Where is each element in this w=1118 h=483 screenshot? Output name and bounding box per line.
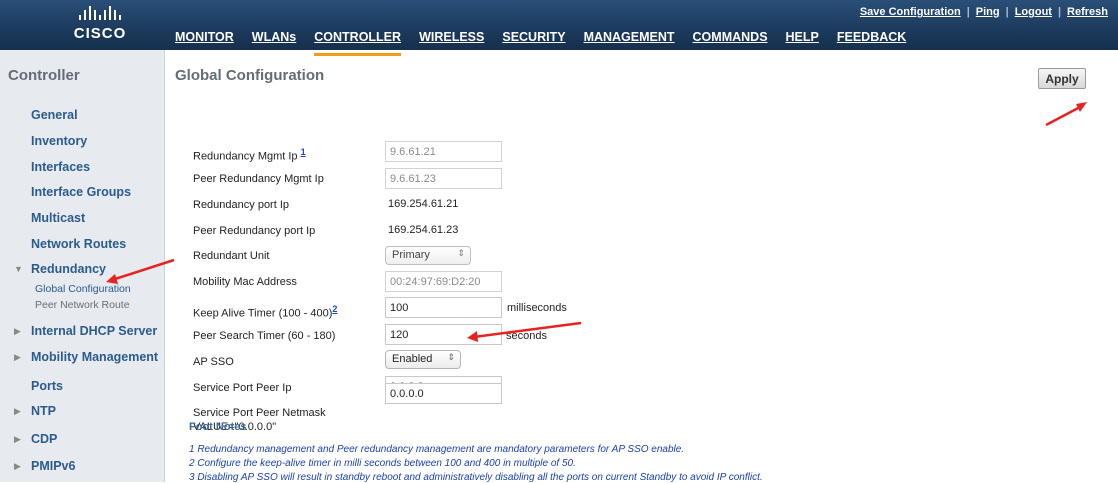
- collapsed-triangle-icon[interactable]: ▶: [14, 326, 21, 337]
- menu-wireless[interactable]: WIRELESS: [419, 30, 484, 52]
- sidebar-item-internal-dhcp-server[interactable]: Internal DHCP Server: [31, 324, 157, 338]
- redundancy-mgmt-ip-field[interactable]: [385, 141, 502, 162]
- cisco-bars-icon: [60, 6, 140, 20]
- redundancy-port-ip-value: 169.254.61.21: [388, 198, 459, 210]
- sidebar-item-general[interactable]: General: [31, 108, 78, 122]
- menu-wlans[interactable]: WLANs: [252, 30, 296, 52]
- service-port-peer-ip-label: Service Port Peer Ip: [193, 382, 292, 394]
- peer-search-unit: seconds: [506, 330, 547, 342]
- select-arrows-icon: ⇕: [457, 248, 465, 258]
- footnote-1: 1 Redundancy management and Peer redunda…: [189, 444, 685, 455]
- menu-controller[interactable]: CONTROLLER: [314, 30, 401, 56]
- footnote-2: 2 Configure the keep-alive timer in mill…: [189, 458, 576, 469]
- collapsed-triangle-icon[interactable]: ▶: [14, 434, 21, 445]
- redundancy-port-ip-label: Redundancy port Ip: [193, 199, 290, 211]
- footnote-link-2[interactable]: 2: [332, 304, 337, 314]
- save-configuration-link[interactable]: Save Configuration: [854, 6, 967, 18]
- sidebar-item-mobility-management[interactable]: Mobility Management: [31, 350, 158, 364]
- footnote-3: 3 Disabling AP SSO will result in standb…: [189, 472, 763, 483]
- expanded-triangle-icon[interactable]: ▼: [14, 264, 23, 274]
- sidebar: Controller General Inventory Interfaces …: [0, 50, 165, 482]
- sidebar-item-multicast[interactable]: Multicast: [31, 211, 85, 225]
- keep-alive-unit: milliseconds: [507, 302, 567, 314]
- ap-sso-select[interactable]: Enabled ⇕: [385, 350, 461, 369]
- service-port-peer-netmask-input[interactable]: [385, 383, 502, 404]
- peer-redundancy-port-ip-label: Peer Redundancy port Ip: [193, 225, 316, 237]
- collapsed-triangle-icon[interactable]: ▶: [14, 352, 21, 363]
- refresh-link[interactable]: Refresh: [1061, 6, 1114, 18]
- menu-security[interactable]: SECURITY: [502, 30, 565, 52]
- menu-help[interactable]: HELP: [786, 30, 819, 52]
- menu-commands[interactable]: COMMANDS: [693, 30, 768, 52]
- sidebar-item-cdp[interactable]: CDP: [31, 432, 57, 446]
- peer-redundancy-port-ip-value: 169.254.61.23: [388, 224, 459, 236]
- arrow-to-apply-icon: [1045, 102, 1087, 127]
- collapsed-triangle-icon[interactable]: ▶: [14, 406, 21, 417]
- cisco-wordmark: CISCO: [73, 25, 127, 42]
- apply-button[interactable]: Apply: [1038, 68, 1086, 89]
- top-navigation-bar: CISCO MONITOR WLANs CONTROLLER WIRELESS …: [0, 0, 1118, 56]
- sidebar-item-interfaces[interactable]: Interfaces: [31, 160, 90, 174]
- menu-monitor[interactable]: MONITOR: [175, 30, 234, 52]
- cisco-logo: CISCO: [60, 6, 140, 46]
- footnotes-title: Foot Notes: [189, 421, 247, 433]
- page-title: Global Configuration: [175, 67, 325, 84]
- mobility-mac-address-field[interactable]: [385, 271, 502, 292]
- peer-redundancy-mgmt-ip-label: Peer Redundancy Mgmt Ip: [193, 173, 324, 185]
- sidebar-item-network-routes[interactable]: Network Routes: [31, 237, 126, 251]
- redundancy-mgmt-ip-label: Redundancy Mgmt Ip 1: [193, 147, 306, 163]
- peer-search-timer-input[interactable]: [385, 324, 502, 345]
- sidebar-item-redundancy[interactable]: Redundancy: [31, 262, 106, 276]
- collapsed-triangle-icon[interactable]: ▶: [14, 461, 21, 472]
- sidebar-subitem-global-configuration[interactable]: Global Configuration: [35, 283, 131, 295]
- sidebar-item-ntp[interactable]: NTP: [31, 404, 56, 418]
- select-arrows-icon: ⇕: [447, 352, 455, 362]
- sidebar-item-inventory[interactable]: Inventory: [31, 134, 87, 148]
- sidebar-subitem-peer-network-route[interactable]: Peer Network Route: [35, 299, 130, 311]
- top-links: Save Configuration | Ping | Logout | Ref…: [854, 6, 1114, 18]
- sidebar-item-ports[interactable]: Ports: [31, 379, 63, 393]
- main-menu: MONITOR WLANs CONTROLLER WIRELESS SECURI…: [175, 30, 924, 56]
- sidebar-title: Controller: [8, 67, 80, 84]
- redundant-unit-select[interactable]: Primary ⇕: [385, 246, 471, 265]
- sidebar-item-interface-groups[interactable]: Interface Groups: [31, 185, 131, 199]
- peer-search-timer-label: Peer Search Timer (60 - 180): [193, 330, 336, 342]
- annotation-arrows: [106, 102, 1087, 342]
- keep-alive-timer-label: Keep Alive Timer (100 - 400)2: [193, 304, 338, 320]
- peer-redundancy-mgmt-ip-field[interactable]: [385, 168, 502, 189]
- menu-feedback[interactable]: FEEDBACK: [837, 30, 906, 52]
- footnote-link-1[interactable]: 1: [301, 147, 306, 157]
- redundant-unit-label: Redundant Unit: [193, 250, 270, 262]
- ap-sso-label: AP SSO: [193, 356, 234, 368]
- sidebar-item-pmipv6[interactable]: PMIPv6: [31, 459, 75, 473]
- mobility-mac-address-label: Mobility Mac Address: [193, 276, 297, 288]
- logout-link[interactable]: Logout: [1009, 6, 1058, 18]
- menu-management[interactable]: MANAGEMENT: [584, 30, 675, 52]
- ping-link[interactable]: Ping: [970, 6, 1006, 18]
- keep-alive-timer-input[interactable]: [385, 297, 502, 318]
